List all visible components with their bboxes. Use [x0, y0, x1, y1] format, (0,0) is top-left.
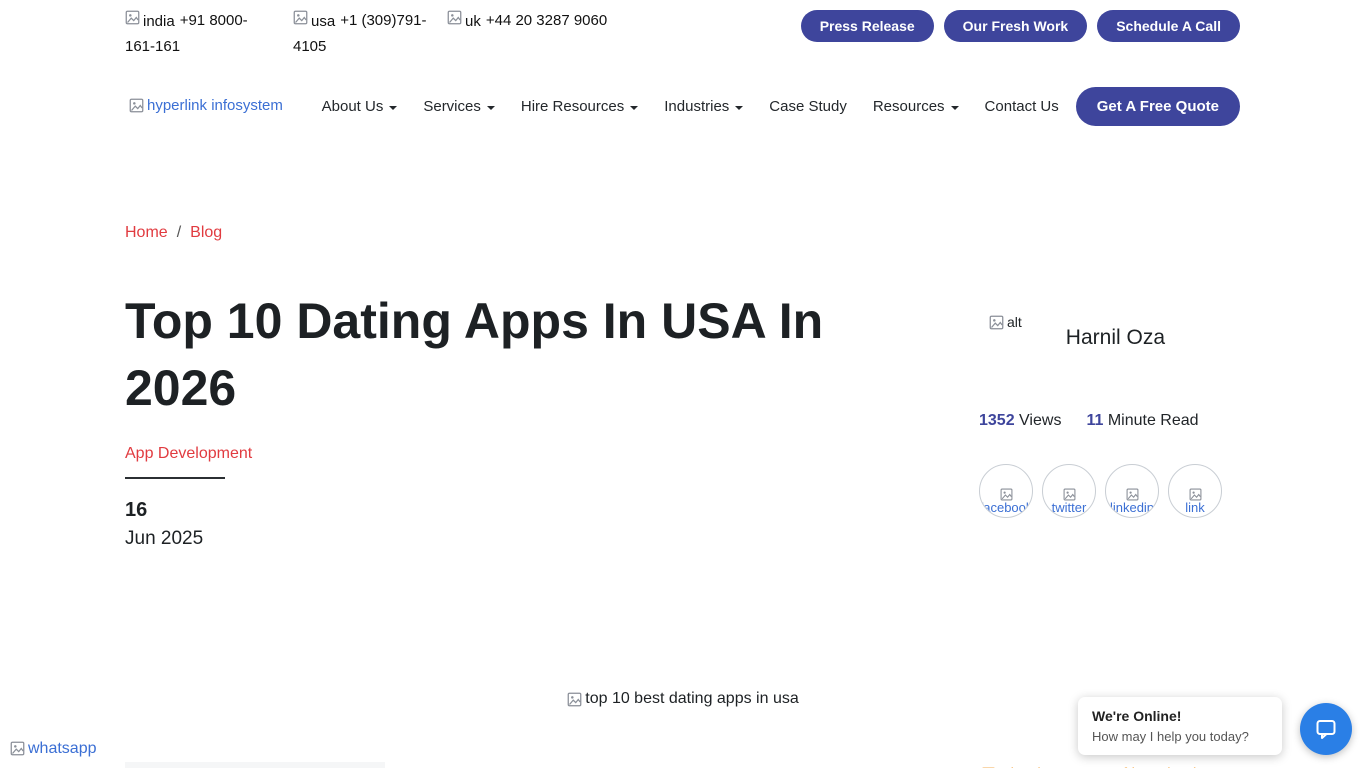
chat-bubble-icon: [1314, 717, 1338, 741]
facebook-image-alt: facebook: [980, 501, 1033, 514]
views-count: 1352: [979, 412, 1015, 429]
chevron-down-icon: [389, 106, 397, 110]
uk-flag-alt: uk: [465, 9, 481, 34]
nav-item-contact-us[interactable]: Contact Us: [985, 98, 1059, 115]
chevron-down-icon: [630, 106, 638, 110]
breadcrumb: Home / Blog: [125, 224, 1366, 242]
nav-item-label: Hire Resources: [521, 98, 624, 115]
chat-status-text: We're Online!: [1092, 708, 1268, 724]
chevron-down-icon: [735, 106, 743, 110]
chevron-down-icon: [951, 106, 959, 110]
author-row: alt Harnil Oza: [979, 314, 1240, 350]
copy-link-button[interactable]: link: [1168, 464, 1222, 518]
left-sidebar-card: [125, 762, 385, 768]
nav-item-label: Case Study: [769, 98, 847, 115]
logo-alt-text: hyperlink infosystem: [147, 97, 283, 114]
broken-image-icon: [989, 315, 1004, 330]
chat-help-text: How may I help you today?: [1092, 729, 1268, 744]
category-link[interactable]: App Development: [125, 445, 252, 463]
chevron-down-icon: [487, 106, 495, 110]
breadcrumb-home-link[interactable]: Home: [125, 224, 168, 241]
broken-image-icon: [125, 10, 140, 25]
breadcrumb-blog-link[interactable]: Blog: [190, 224, 222, 241]
article-header: Top 10 Dating Apps In USA In 2026 App De…: [125, 288, 1240, 550]
usa-flag-alt: usa: [311, 9, 335, 34]
topbar: india+91 8000-161-161 usa+1 (309)791-410…: [0, 0, 1366, 59]
whatsapp-button[interactable]: whatsapp: [10, 740, 97, 761]
nav-item-label: Services: [423, 98, 481, 115]
phone-number-uk: +44 20 3287 9060: [486, 12, 607, 29]
hero-image-alt: top 10 best dating apps in usa: [585, 690, 799, 708]
twitter-share-button[interactable]: twitter: [1042, 464, 1096, 518]
india-flag-image: india: [125, 9, 175, 34]
linkedin-image-alt: linkedin: [1110, 501, 1154, 514]
twitter-image-alt: twitter: [1052, 501, 1087, 514]
nav-item-label: Contact Us: [985, 98, 1059, 115]
publish-date-day: 16: [125, 499, 885, 522]
phone-link-uk[interactable]: uk +44 20 3287 9060: [447, 8, 607, 59]
read-time-count: 11: [1086, 412, 1103, 429]
page-title: Top 10 Dating Apps In USA In 2026: [125, 288, 885, 421]
uk-flag-image: uk: [447, 9, 481, 34]
link-image-alt: link: [1185, 501, 1205, 514]
logo-link[interactable]: hyperlink infosystem: [129, 97, 283, 117]
india-flag-alt: india: [143, 9, 175, 34]
our-fresh-work-button[interactable]: Our Fresh Work: [944, 10, 1088, 42]
nav-item-resources[interactable]: Resources: [873, 98, 959, 115]
schedule-a-call-button[interactable]: Schedule A Call: [1097, 10, 1240, 42]
whatsapp-image-alt: whatsapp: [28, 740, 97, 758]
author-name: Harnil Oza: [1066, 326, 1165, 350]
article-stats: 1352 Views 11 Minute Read: [979, 412, 1240, 430]
author-panel: alt Harnil Oza 1352 Views 11 Minute Read…: [979, 288, 1240, 550]
broken-image-icon: [10, 741, 25, 756]
publish-date-month-year: Jun 2025: [125, 528, 885, 550]
nav-item-case-study[interactable]: Case Study: [769, 98, 847, 115]
facebook-share-button[interactable]: facebook: [979, 464, 1033, 518]
logo-image: hyperlink infosystem: [129, 97, 283, 114]
title-divider: [125, 477, 225, 479]
read-time-label: Minute Read: [1108, 412, 1199, 429]
breadcrumb-separator: /: [177, 224, 181, 241]
nav-item-about-us[interactable]: About Us: [322, 98, 398, 115]
main-navbar: hyperlink infosystem About Us Services H…: [0, 59, 1366, 144]
phone-link-usa[interactable]: usa+1 (309)791-4105: [293, 8, 427, 59]
nav-item-label: About Us: [322, 98, 384, 115]
phone-link-india[interactable]: india+91 8000-161-161: [125, 8, 277, 59]
phone-list: india+91 8000-161-161 usa+1 (309)791-410…: [125, 8, 607, 59]
author-avatar: alt: [989, 314, 1022, 330]
nav-item-services[interactable]: Services: [423, 98, 495, 115]
nav-item-label: Resources: [873, 98, 945, 115]
read-time-stat: 11 Minute Read: [1086, 412, 1198, 430]
broken-image-icon: [567, 692, 582, 707]
broken-image-icon: [447, 10, 462, 25]
nav-menu: About Us Services Hire Resources Industr…: [322, 98, 1059, 115]
views-stat: 1352 Views: [979, 412, 1061, 430]
press-release-button[interactable]: Press Release: [801, 10, 934, 42]
article-title-block: Top 10 Dating Apps In USA In 2026 App De…: [125, 288, 885, 550]
linkedin-share-button[interactable]: linkedin: [1105, 464, 1159, 518]
nav-item-hire-resources[interactable]: Hire Resources: [521, 98, 638, 115]
share-buttons: facebook twitter linkedin link: [979, 464, 1240, 518]
usa-flag-image: usa: [293, 9, 335, 34]
chat-tooltip: We're Online! How may I help you today?: [1078, 697, 1282, 755]
chat-launcher-button[interactable]: [1300, 703, 1352, 755]
broken-image-icon: [293, 10, 308, 25]
article-body-top: The way of finding new people has change…: [0, 760, 1366, 768]
avatar-alt-text: alt: [1007, 314, 1022, 330]
nav-item-label: Industries: [664, 98, 729, 115]
get-free-quote-button[interactable]: Get A Free Quote: [1076, 87, 1240, 126]
views-label: Views: [1019, 412, 1061, 429]
topbar-actions: Press Release Our Fresh Work Schedule A …: [801, 10, 1240, 42]
nav-item-industries[interactable]: Industries: [664, 98, 743, 115]
broken-image-icon: [129, 98, 144, 113]
